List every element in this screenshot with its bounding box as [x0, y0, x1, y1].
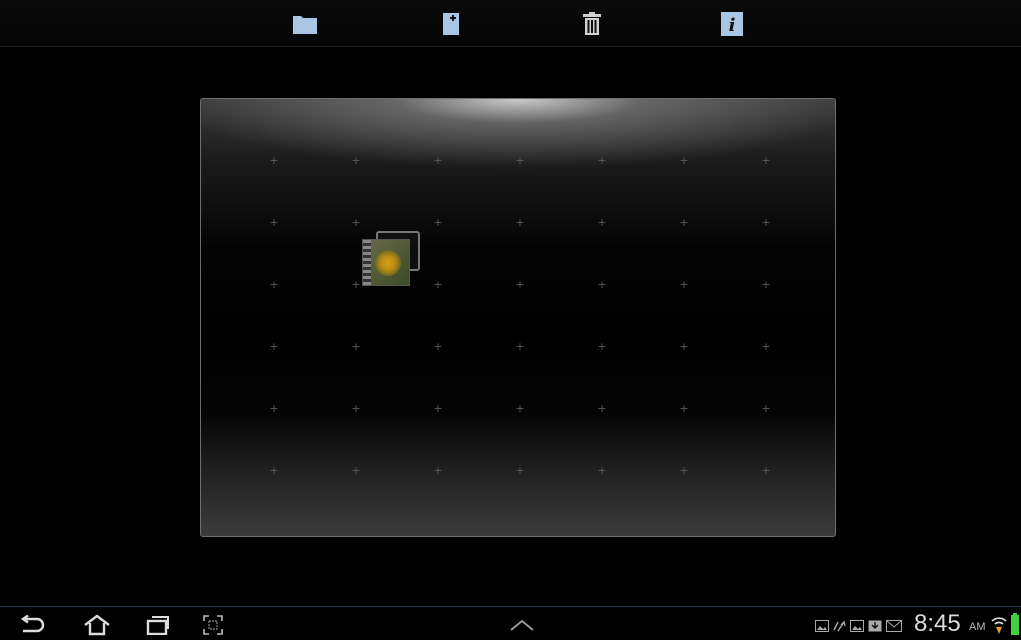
film-strip [363, 240, 371, 285]
svg-text:i: i [729, 15, 736, 36]
screenshot-button[interactable] [196, 613, 230, 637]
grid-slot-marker: + [761, 154, 771, 167]
grid-slot-marker: + [761, 402, 771, 415]
grid-slot-marker: + [433, 154, 443, 167]
grid-slot-marker: + [679, 340, 689, 353]
mail-icon [886, 620, 902, 632]
grid-slot-marker: + [269, 278, 279, 291]
status-clock: 8:45 [914, 610, 961, 637]
grid-slot-marker: + [761, 278, 771, 291]
photo-thumbnail-icon [362, 239, 410, 286]
grid-slot-marker: + [515, 278, 525, 291]
trash-icon [583, 12, 601, 35]
grid-slot-marker: + [597, 154, 607, 167]
home-button[interactable] [80, 613, 114, 637]
status-area[interactable]: 8:45 AM [811, 611, 1021, 637]
add-page-icon [443, 13, 459, 35]
grid-slot-marker: + [515, 340, 525, 353]
grid-slot-marker: + [761, 216, 771, 229]
add-page-button[interactable] [434, 8, 468, 40]
folder-button[interactable] [288, 8, 322, 40]
board-panel[interactable]: + + + + + + + + + + + + + + + + + + + + + + + + + + + + + + + + + + + + + + + +… [200, 98, 836, 537]
home-icon [84, 614, 110, 636]
grid-slot-marker: + [269, 154, 279, 167]
grid-slot-marker: + [351, 216, 361, 229]
gallery-icon [815, 620, 829, 632]
grid-slot-marker: + [351, 154, 361, 167]
info-button[interactable]: i [715, 8, 749, 40]
chevron-up-icon [510, 619, 534, 631]
back-icon [20, 615, 45, 633]
status-clock-ampm: AM [969, 621, 986, 633]
grid-slot-marker: + [597, 402, 607, 415]
grid-slot-marker: + [515, 154, 525, 167]
grid-slot-marker: + [679, 464, 689, 477]
recent-apps-button[interactable] [141, 613, 175, 637]
grid-slot-marker: + [433, 278, 443, 291]
screenshot-icon [203, 615, 223, 635]
grid-slot-marker: + [597, 216, 607, 229]
grid-slot-marker: + [433, 340, 443, 353]
grid-slot-marker: + [597, 278, 607, 291]
gallery-icon [850, 620, 864, 632]
battery-icon [1011, 613, 1019, 635]
grid-slot-marker: + [433, 216, 443, 229]
info-icon: i [721, 12, 743, 36]
grid-slot-marker: + [351, 402, 361, 415]
flower-image [375, 250, 401, 276]
grid-slot-marker: + [433, 464, 443, 477]
wifi-icon [991, 617, 1007, 634]
grid-slot-marker: + [433, 402, 443, 415]
grid-slot-marker: + [515, 216, 525, 229]
grid-slot-marker: + [597, 340, 607, 353]
grid-slot-marker: + [351, 340, 361, 353]
grid-slot-marker: + [679, 216, 689, 229]
grid-slot-marker: + [351, 278, 361, 291]
grid-slot-marker: + [761, 464, 771, 477]
grid-slot-marker: + [269, 402, 279, 415]
action-bar: i [0, 0, 1021, 47]
grid-slot-marker: + [515, 464, 525, 477]
grid-slot-marker: + [269, 340, 279, 353]
recent-apps-icon [146, 616, 169, 635]
grid-slot-marker: + [597, 464, 607, 477]
grid-slot-marker: + [515, 402, 525, 415]
grid-slot-marker: + [679, 154, 689, 167]
grid-slot-marker: + [761, 340, 771, 353]
system-nav-bar: 8:45 AM [0, 606, 1021, 640]
folder-icon [293, 16, 317, 34]
grid-slot-marker: + [679, 402, 689, 415]
download-icon [868, 620, 882, 632]
image-stack-item[interactable] [362, 231, 422, 286]
expand-button[interactable] [505, 613, 539, 637]
grid-slot-marker: + [269, 464, 279, 477]
grid-slot-marker: + [269, 216, 279, 229]
screen: i + + + + + + + + + + + + + + + + + + + + + + + + + + + + + + + + + + + + + +… [0, 0, 1021, 640]
grid-slot-marker: + [351, 464, 361, 477]
back-button[interactable] [15, 613, 49, 637]
delete-button[interactable] [575, 8, 609, 40]
grid-slot-marker: + [679, 278, 689, 291]
sync-icon [833, 620, 846, 632]
